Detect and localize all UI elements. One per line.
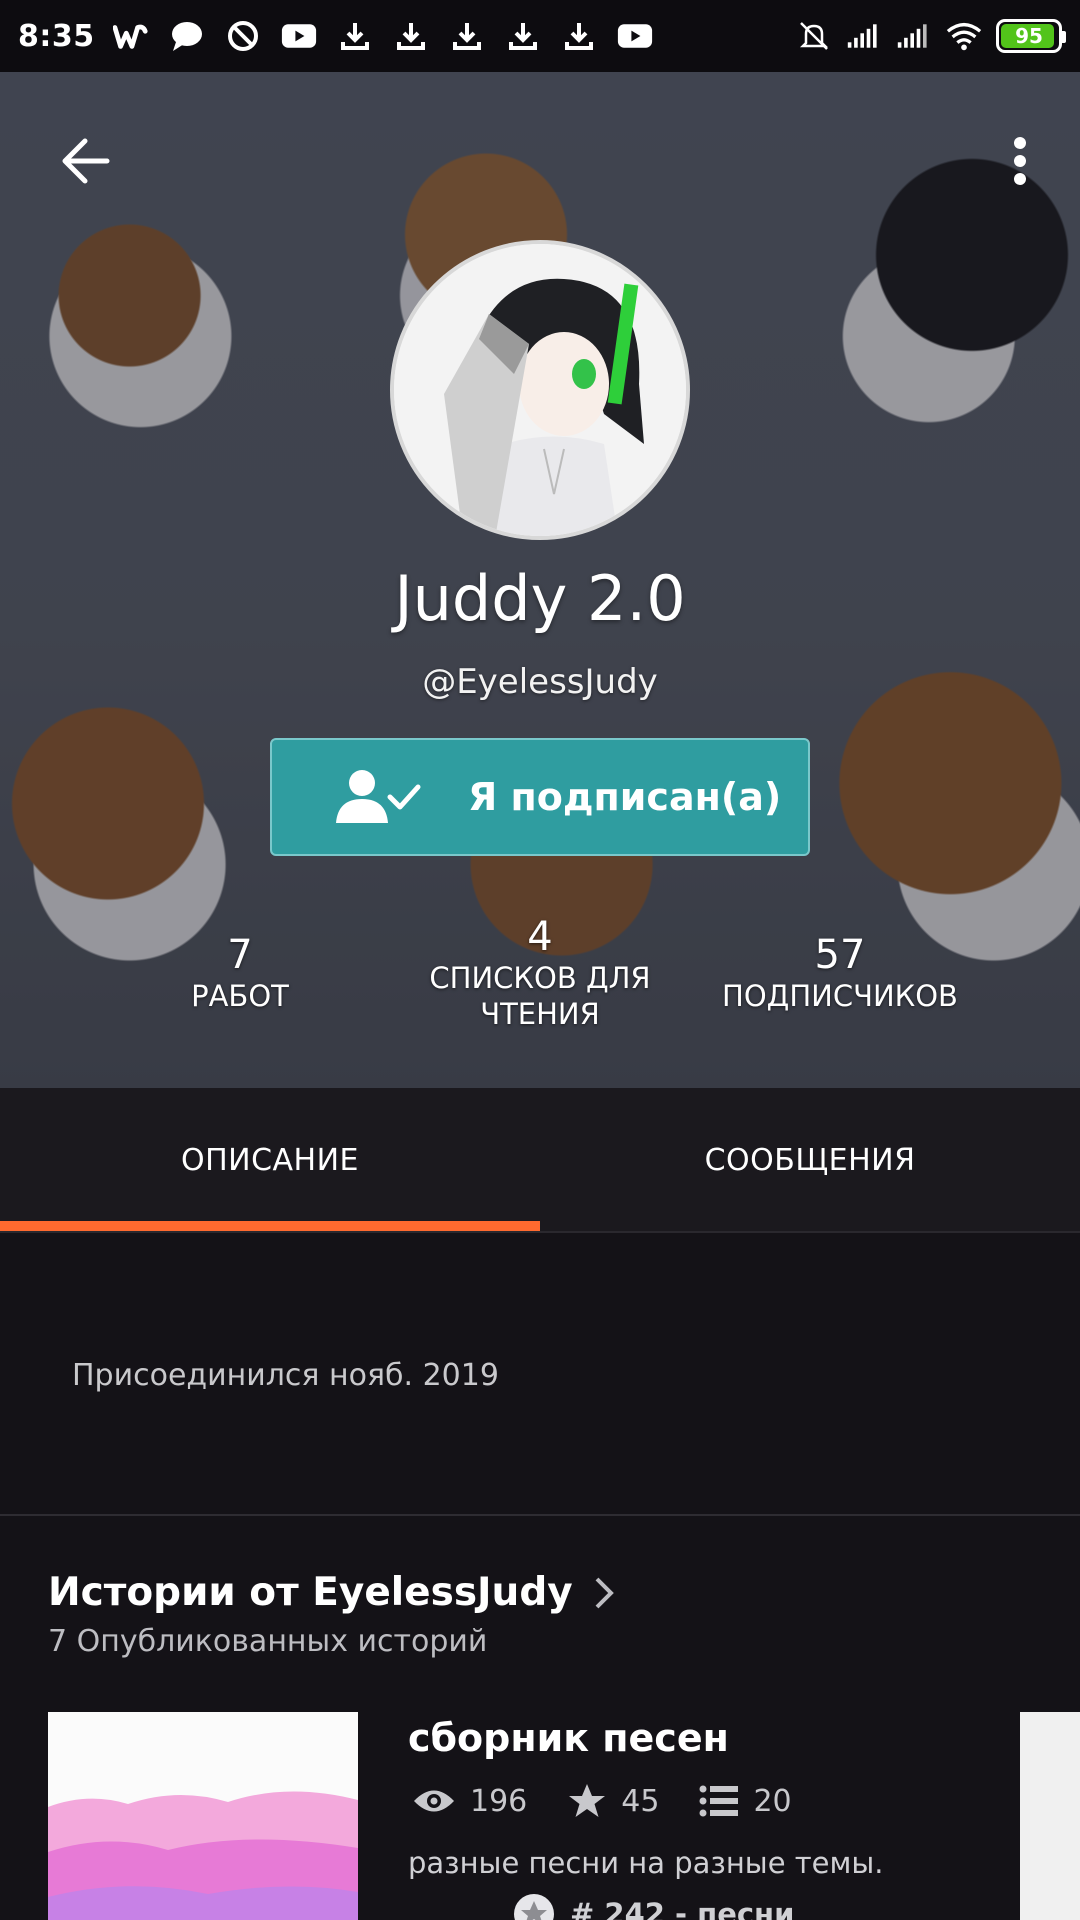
- stat-reading-lists-value: 4: [527, 914, 553, 960]
- story-votes-count: 45: [621, 1783, 660, 1819]
- tab-messages[interactable]: СООБЩЕНИЯ: [540, 1088, 1080, 1233]
- mute-bell-icon: [796, 18, 832, 54]
- more-options-button[interactable]: [1000, 126, 1040, 196]
- story-reads: 196: [412, 1784, 527, 1819]
- battery-level: 95: [1015, 24, 1043, 48]
- battery-icon: 95: [996, 19, 1066, 53]
- youtube-icon: [281, 18, 317, 54]
- story-votes: 45: [567, 1782, 659, 1820]
- stat-works-value: 7: [227, 932, 253, 978]
- story-parts: 20: [699, 1783, 792, 1819]
- signal-icon: [846, 18, 882, 54]
- story-cover-image: [48, 1712, 358, 1920]
- chevron-right-icon: [595, 1577, 614, 1608]
- stat-works-label: РАБОТ: [191, 979, 289, 1013]
- stories-section-title: Истории от EyelessJudy: [48, 1570, 573, 1615]
- stat-reading-lists[interactable]: 4 СПИСКОВ ДЛЯ ЧТЕНИЯ: [410, 914, 670, 1032]
- story-ranking-label: # 242 - песни: [570, 1897, 795, 1920]
- chat-icon: [169, 18, 205, 54]
- eye-icon: [414, 1790, 454, 1812]
- profile-tabs: ОПИСАНИЕ СООБЩЕНИЯ: [0, 1088, 1080, 1233]
- divider: [0, 1514, 1080, 1516]
- active-tab-indicator: [0, 1221, 540, 1231]
- person-check-icon: [336, 770, 421, 823]
- stat-followers-value: 57: [814, 932, 866, 978]
- story-ranking: # 242 - песни: [512, 1892, 794, 1920]
- avatar-image: [394, 244, 686, 536]
- download-icon: [561, 18, 597, 54]
- download-icon: [337, 18, 373, 54]
- download-icon: [505, 18, 541, 54]
- profile-handle: @EyelessJudy: [422, 662, 658, 702]
- story-stats: 196 45 20: [412, 1782, 832, 1820]
- divider: [0, 1231, 1080, 1233]
- story-parts-count: 20: [753, 1783, 792, 1819]
- wifi-icon: [946, 18, 982, 54]
- profile-name: Juddy 2.0: [394, 562, 686, 635]
- more-vert-icon: [1014, 137, 1026, 185]
- system-icons: 95: [796, 18, 1066, 54]
- download-icon: [393, 18, 429, 54]
- stat-followers-label: ПОДПИСЧИКОВ: [722, 979, 958, 1013]
- stat-followers[interactable]: 57 ПОДПИСЧИКОВ: [700, 932, 980, 1014]
- back-button[interactable]: [50, 126, 120, 196]
- arrow-left-icon: [62, 138, 110, 184]
- tab-about[interactable]: ОПИСАНИЕ: [0, 1088, 540, 1233]
- story-reads-count: 196: [470, 1783, 528, 1819]
- next-story-cover[interactable]: [1020, 1712, 1080, 1920]
- notification-icons: [112, 18, 653, 54]
- block-icon: [225, 18, 261, 54]
- following-button-label: Я подписан(а): [468, 775, 782, 819]
- avatar[interactable]: [390, 240, 690, 540]
- profile-screen: 8:35 95 Juddy 2.0 @EyelessJudy Я подписа…: [0, 0, 1080, 1920]
- status-bar: 8:35 95: [0, 0, 1080, 72]
- following-button[interactable]: Я подписан(а): [270, 738, 810, 856]
- profile-header-background: Juddy 2.0 @EyelessJudy Я подписан(а) 7 Р…: [0, 72, 1080, 1088]
- youtube-icon: [617, 18, 653, 54]
- star-icon: [569, 1784, 606, 1817]
- wattpad-icon: [112, 18, 149, 54]
- ranking-star-icon: [514, 1894, 554, 1920]
- story-title[interactable]: сборник песен: [408, 1716, 729, 1760]
- list-icon: [699, 1785, 739, 1817]
- stories-section-header[interactable]: Истории от EyelessJudy: [48, 1570, 619, 1615]
- stat-works[interactable]: 7 РАБОТ: [160, 932, 320, 1014]
- story-cover[interactable]: [48, 1712, 358, 1920]
- status-time: 8:35: [18, 18, 95, 54]
- story-description: разные песни на разные темы.: [408, 1846, 884, 1880]
- signal-icon: [896, 18, 932, 54]
- download-icon: [449, 18, 485, 54]
- joined-date: Присоединился нояб. 2019: [72, 1358, 499, 1393]
- stat-reading-lists-label: СПИСКОВ ДЛЯ ЧТЕНИЯ: [429, 961, 651, 1031]
- stories-count: 7 Опубликованных историй: [48, 1624, 488, 1659]
